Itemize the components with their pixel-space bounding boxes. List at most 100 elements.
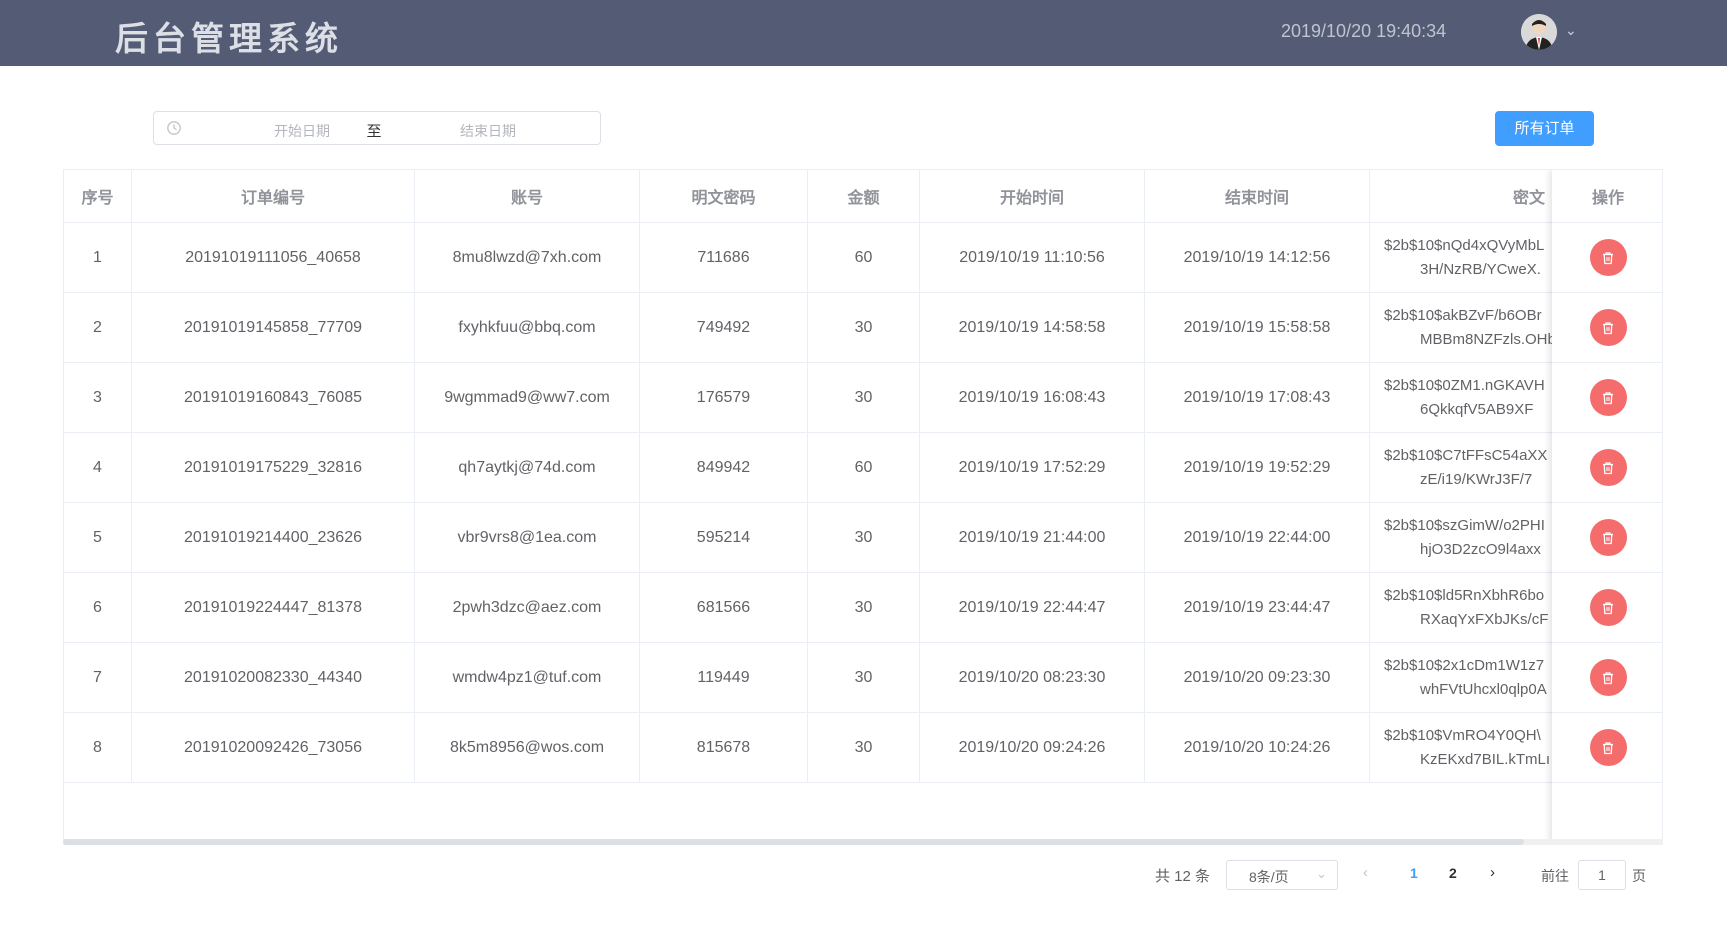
ciphertext-line-2: MBBm8NZFzls.OHb (1420, 330, 1556, 348)
table-row: 2 20191019145858_77709 fxyhkfuu@bbq.com 749… (64, 293, 1662, 363)
page-2-button[interactable]: 2 (1449, 865, 1457, 881)
trash-icon (1603, 391, 1613, 404)
cell-password: 119449 (640, 643, 808, 712)
cell-index: 5 (64, 503, 132, 572)
table-row: 5 20191019214400_23626 vbr9vrs8@1ea.com 595… (64, 503, 1662, 573)
delete-button[interactable] (1589, 519, 1627, 556)
ciphertext-line-2: RXaqYxFXbJKs/cF (1420, 610, 1549, 628)
cell-index: 3 (64, 363, 132, 432)
cell-password: 681566 (640, 573, 808, 642)
delete-button[interactable] (1589, 239, 1627, 276)
chevron-right-icon[interactable]: › (1490, 864, 1495, 881)
col-end-time: 结束时间 (1145, 170, 1370, 222)
ciphertext-line-1: $2b$10$2x1cDm1W1z7 (1384, 656, 1545, 674)
cell-amount: 60 (808, 223, 920, 292)
operations-cell (1552, 503, 1662, 573)
chevron-down-icon: ⌄ (1316, 866, 1327, 881)
cell-account: wmdw4pz1@tuf.com (415, 643, 640, 712)
cell-index: 4 (64, 433, 132, 502)
cell-index: 6 (64, 573, 132, 642)
page-1-button[interactable]: 1 (1410, 865, 1418, 881)
page-size-select[interactable]: 8条/页 ⌄ (1226, 860, 1338, 890)
ciphertext-line-1: $2b$10$szGimW/o2PHI (1384, 516, 1545, 534)
cell-account: 2pwh3dzc@aez.com (415, 573, 640, 642)
page-size-value: 8条/页 (1249, 869, 1289, 885)
col-index: 序号 (64, 170, 132, 222)
all-orders-button[interactable]: 所有订单 (1495, 111, 1594, 146)
chevron-left-icon[interactable]: ‹ (1363, 864, 1368, 881)
trash-icon (1603, 251, 1613, 264)
current-datetime: 2019/10/20 19:40:34 (1281, 21, 1447, 41)
ciphertext-line-1: $2b$10$VmRO4Y0QH\ (1384, 726, 1541, 744)
date-range-picker[interactable]: 开始日期 至 结束日期 (153, 111, 601, 145)
cell-end-time: 2019/10/19 23:44:47 (1145, 573, 1370, 642)
delete-button[interactable] (1589, 659, 1627, 696)
ciphertext-line-2: 3H/NzRB/YCweX. (1420, 260, 1541, 278)
start-date-input[interactable]: 开始日期 (242, 121, 362, 141)
range-separator: 至 (366, 123, 382, 140)
end-date-input[interactable]: 结束日期 (428, 121, 548, 141)
col-start-time: 开始时间 (920, 170, 1145, 222)
cell-amount: 60 (808, 433, 920, 502)
col-password: 明文密码 (640, 170, 808, 222)
cell-index: 7 (64, 643, 132, 712)
cell-order-no: 20191019214400_23626 (132, 503, 415, 572)
ciphertext-line-2: 6QkkqfV5AB9XF (1420, 400, 1534, 418)
cell-amount: 30 (808, 573, 920, 642)
cell-start-time: 2019/10/20 09:24:26 (920, 713, 1145, 782)
operations-cell (1552, 643, 1662, 713)
cell-password: 595214 (640, 503, 808, 572)
goto-page-input[interactable]: 1 (1578, 860, 1626, 890)
chevron-down-icon[interactable]: ⌄ (1565, 22, 1577, 39)
cell-end-time: 2019/10/19 14:12:56 (1145, 223, 1370, 292)
cell-amount: 30 (808, 503, 920, 572)
col-account: 账号 (415, 170, 640, 222)
ciphertext-line-1: $2b$10$C7tFFsC54aXX (1384, 446, 1548, 464)
cell-account: fxyhkfuu@bbq.com (415, 293, 640, 362)
delete-button[interactable] (1589, 449, 1627, 486)
ciphertext-line-2: KzEKxd7BIL.kTmLı (1420, 750, 1551, 768)
cell-order-no: 20191020082330_44340 (132, 643, 415, 712)
operations-cell (1552, 293, 1662, 363)
cell-end-time: 2019/10/19 22:44:00 (1145, 503, 1370, 572)
cell-account: 8k5m8956@wos.com (415, 713, 640, 782)
cell-order-no: 20191019145858_77709 (132, 293, 415, 362)
cell-password: 849942 (640, 433, 808, 502)
delete-button[interactable] (1589, 589, 1627, 626)
fixed-operations-column: 操作 (1552, 170, 1662, 842)
trash-icon (1603, 531, 1613, 544)
col-operations: 操作 (1552, 170, 1662, 223)
cell-account: vbr9vrs8@1ea.com (415, 503, 640, 572)
delete-button[interactable] (1589, 729, 1627, 766)
cell-start-time: 2019/10/19 14:58:58 (920, 293, 1145, 362)
clock-icon (166, 120, 182, 141)
table-row: 6 20191019224447_81378 2pwh3dzc@aez.com 681… (64, 573, 1662, 643)
cell-end-time: 2019/10/20 09:23:30 (1145, 643, 1370, 712)
trash-icon (1603, 741, 1613, 754)
table-row: 7 20191020082330_44340 wmdw4pz1@tuf.com 119… (64, 643, 1662, 713)
trash-icon (1603, 321, 1613, 334)
top-header: 后台管理系统 2019/10/20 19:40:34 ⌄ (0, 0, 1727, 66)
ciphertext-line-2: hjO3D2zcO9l4axx (1420, 540, 1541, 558)
col-order-no: 订单编号 (132, 170, 415, 222)
user-avatar[interactable] (1521, 14, 1557, 50)
trash-icon (1603, 671, 1613, 684)
orders-table: 序号 订单编号 账号 明文密码 金额 开始时间 结束时间 密文 1 2019101… (63, 169, 1663, 843)
cell-amount: 30 (808, 363, 920, 432)
operations-cell (1552, 713, 1662, 783)
cell-start-time: 2019/10/19 11:10:56 (920, 223, 1145, 292)
cell-index: 1 (64, 223, 132, 292)
cell-end-time: 2019/10/19 15:58:58 (1145, 293, 1370, 362)
cell-account: 8mu8lwzd@7xh.com (415, 223, 640, 292)
app-title: 后台管理系统 (115, 19, 343, 58)
cell-amount: 30 (808, 713, 920, 782)
cell-start-time: 2019/10/19 22:44:47 (920, 573, 1145, 642)
cell-password: 749492 (640, 293, 808, 362)
horizontal-scrollbar-thumb[interactable] (63, 839, 1524, 845)
delete-button[interactable] (1589, 379, 1627, 416)
cell-order-no: 20191019160843_76085 (132, 363, 415, 432)
delete-button[interactable] (1589, 309, 1627, 346)
cell-index: 8 (64, 713, 132, 782)
table-header: 序号 订单编号 账号 明文密码 金额 开始时间 结束时间 密文 (64, 170, 1662, 223)
trash-icon (1603, 461, 1613, 474)
